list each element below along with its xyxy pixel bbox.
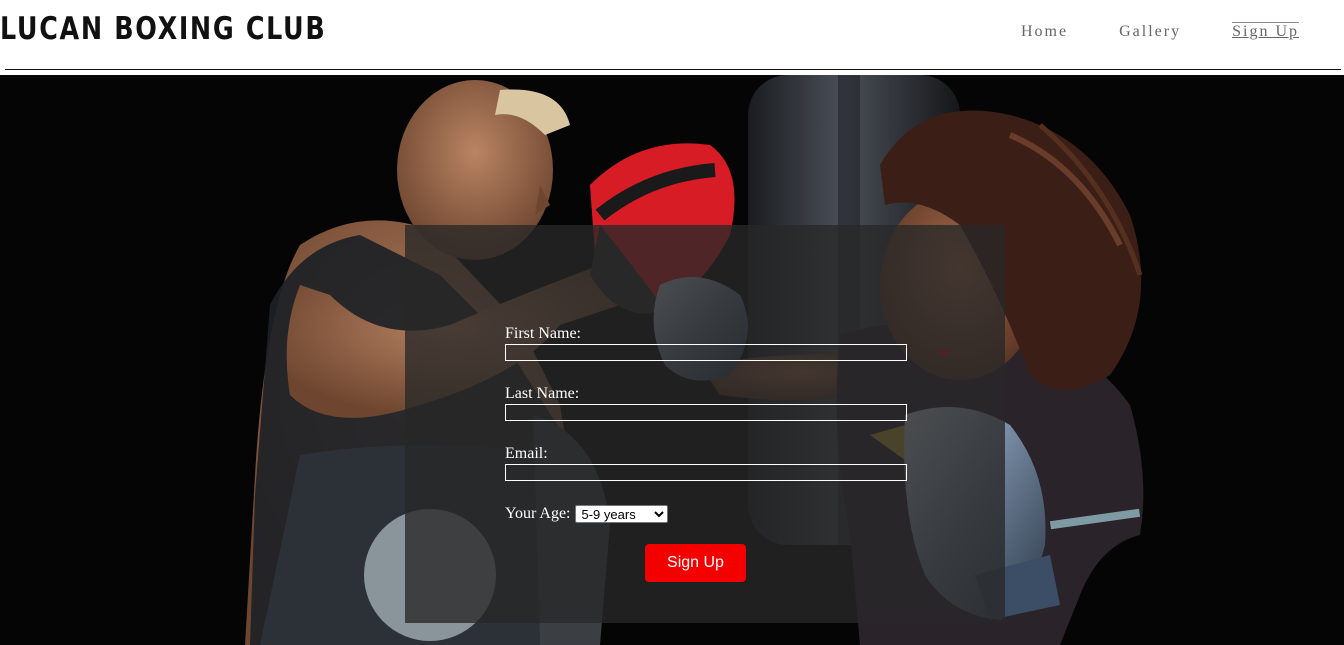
hero-section: First Name: Last Name: Email: Your Age: … [0,75,1344,645]
age-label: Your Age: [505,505,571,522]
first-name-input[interactable] [505,344,907,361]
site-header: LUCAN BOXING CLUB Home Gallery Sign Up [0,0,1344,70]
form-fields: First Name: Last Name: Email: Your Age: … [505,325,907,582]
signup-button[interactable]: Sign Up [645,544,746,582]
nav-gallery-link[interactable]: Gallery [1119,22,1181,42]
header-divider [5,69,1341,70]
last-name-input[interactable] [505,404,907,421]
nav-home-link[interactable]: Home [1021,22,1068,42]
signup-form: First Name: Last Name: Email: Your Age: … [405,225,1005,623]
age-select[interactable]: 5-9 years [574,505,668,523]
last-name-label: Last Name: [505,385,580,402]
nav-signup-link[interactable]: Sign Up [1232,22,1299,42]
age-row: Your Age: 5-9 years [505,505,907,523]
first-name-label: First Name: [505,325,581,342]
site-logo[interactable]: LUCAN BOXING CLUB [0,10,326,48]
email-input[interactable] [505,464,907,481]
main-nav: Home Gallery Sign Up [1021,22,1299,42]
email-label: Email: [505,445,548,462]
